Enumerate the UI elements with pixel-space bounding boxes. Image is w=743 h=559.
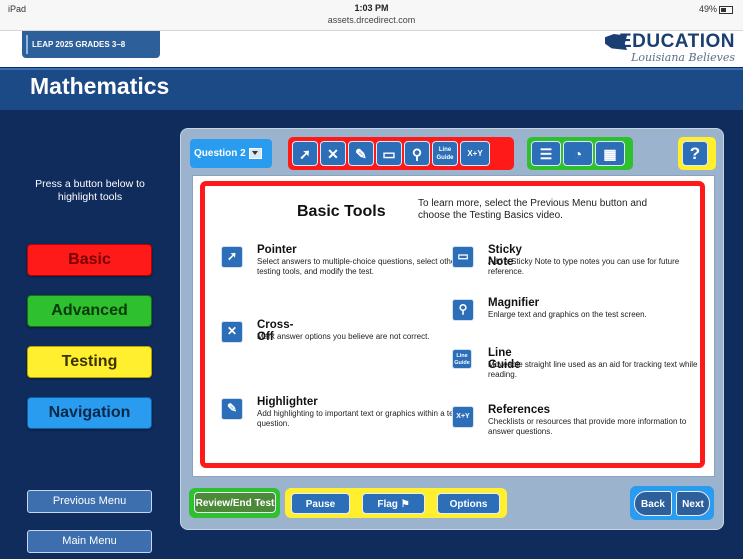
highlighter-icon[interactable]: ✎ xyxy=(348,141,374,166)
item-desc: Add highlighting to important text or gr… xyxy=(257,409,460,428)
magnifier-icon: ⚲ xyxy=(452,299,474,321)
item-name: Pointer xyxy=(257,244,297,256)
grid-icon[interactable]: ▦ xyxy=(595,141,625,166)
help-button[interactable]: ? xyxy=(682,141,708,166)
instructions-text: Press a button below to highlight tools xyxy=(35,178,145,203)
pointer-icon: ➚ xyxy=(221,246,243,268)
flag-button[interactable]: Flag ⚑ xyxy=(362,493,425,514)
references-icon[interactable]: X+Y xyxy=(460,141,490,166)
pointer-icon[interactable]: ➚ xyxy=(292,141,318,166)
item-name: Magnifier xyxy=(488,297,540,309)
item-name: Highlighter xyxy=(257,396,318,408)
sticky-note-icon[interactable]: ▭ xyxy=(376,141,402,166)
page-title: Mathematics xyxy=(30,73,170,99)
item-desc: Enlarge text and graphics on the test sc… xyxy=(488,310,647,319)
options-button[interactable]: Options xyxy=(437,493,500,514)
flag-icon: ⚑ xyxy=(400,499,410,510)
flag-label: Flag xyxy=(377,499,398,510)
back-button[interactable]: Back xyxy=(634,491,672,516)
item-desc: Mark answer options you believe are not … xyxy=(257,332,430,341)
battery-indicator: 49% xyxy=(699,4,733,14)
cross-off-icon: ✕ xyxy=(221,321,243,343)
logo-tagline: Louisiana Believes xyxy=(631,51,735,64)
program-badge: LEAP 2025 GRADES 3–8 xyxy=(22,31,160,58)
item-name: References xyxy=(488,404,551,416)
basic-button[interactable]: Basic xyxy=(27,244,152,276)
advanced-tools-group: ☰ ◔ ▦ xyxy=(527,137,633,170)
item-desc: Add a Sticky Note to type notes you can … xyxy=(488,257,680,276)
item-desc: Checklists or resources that provide mor… xyxy=(488,417,687,436)
url-bar[interactable]: assets.drcedirect.com xyxy=(0,15,743,25)
testing-button[interactable]: Testing xyxy=(27,346,152,378)
compass-icon[interactable]: ◔ xyxy=(563,141,593,166)
education-logo: EDUCATION Louisiana Believes xyxy=(605,32,735,64)
panel-title: Basic Tools xyxy=(297,203,386,220)
pause-button[interactable]: Pause xyxy=(291,493,350,514)
line-guide-icon: Line Guide xyxy=(452,349,472,369)
battery-percent: 49% xyxy=(698,4,717,14)
advanced-button[interactable]: Advanced xyxy=(27,295,152,327)
status-bar: iPad 1:03 PM assets.drcedirect.com 49% xyxy=(0,0,743,31)
help-group: ? xyxy=(678,137,716,170)
next-button[interactable]: Next xyxy=(676,491,710,516)
basic-tools-group: ➚ ✕ ✎ ▭ ⚲ Line Guide X+Y xyxy=(288,137,514,170)
references-icon: X+Y xyxy=(452,406,474,428)
learn-more-text: To learn more, select the Previous Menu … xyxy=(418,198,648,221)
cross-off-icon[interactable]: ✕ xyxy=(320,141,346,166)
magnifier-icon[interactable]: ⚲ xyxy=(404,141,430,166)
notepad-icon[interactable]: ☰ xyxy=(531,141,561,166)
question-label: Question 2 xyxy=(194,148,246,159)
item-desc: Select answers to multiple-choice questi… xyxy=(257,257,458,276)
sticky-note-icon: ▭ xyxy=(452,246,474,268)
battery-icon xyxy=(719,5,733,14)
main-menu-button[interactable]: Main Menu xyxy=(27,530,152,553)
chevron-down-icon xyxy=(248,147,262,159)
highlighter-icon: ✎ xyxy=(221,398,243,420)
previous-menu-button[interactable]: Previous Menu xyxy=(27,490,152,513)
item-desc: Moveable straight line used as an aid fo… xyxy=(488,360,698,379)
line-guide-icon[interactable]: Line Guide xyxy=(432,141,458,166)
review-end-test-button[interactable]: Review/End Test xyxy=(194,492,276,513)
question-selector[interactable]: Question 2 xyxy=(190,139,272,168)
clock: 1:03 PM xyxy=(354,3,389,13)
navigation-button[interactable]: Navigation xyxy=(27,397,152,429)
